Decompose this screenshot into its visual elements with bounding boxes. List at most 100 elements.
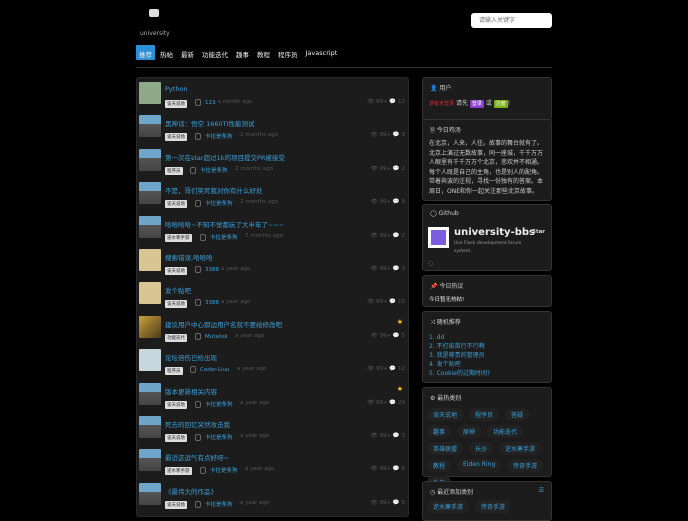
post-title[interactable]: 死去的回忆突然攻击我 — [165, 419, 230, 429]
category-chip[interactable]: 英雄联盟 — [427, 442, 464, 455]
category-tag[interactable]: 程序员 — [165, 166, 183, 175]
category-chip[interactable]: 逆水寒手游 — [427, 500, 470, 513]
avatar[interactable] — [139, 182, 161, 205]
eye-icon: 👁 — [370, 165, 380, 172]
category-chip[interactable]: 趣事 — [427, 425, 452, 438]
category-tag[interactable]: 功能迭代 — [165, 333, 187, 342]
post-title[interactable]: 版本更新相关内容 — [165, 386, 217, 396]
author-link[interactable]: Mutalisk — [195, 333, 228, 340]
category-chip[interactable]: 教程 — [427, 459, 452, 472]
nav-tab[interactable]: 最新 — [178, 45, 197, 60]
nav-tab[interactable]: 推荐 — [136, 45, 155, 60]
repo-name[interactable]: university-bbs — [454, 227, 535, 238]
avatar[interactable] — [139, 349, 161, 372]
post-row[interactable]: Python 谈天说地 123 a month ago 👁 99+ 💬 12 — [139, 82, 407, 112]
avatar[interactable] — [139, 249, 161, 271]
post-title[interactable]: 第一次在star超过1k的项目提交PR被接受 — [165, 152, 285, 162]
search-input[interactable] — [471, 13, 552, 28]
author-link[interactable]: 3388 — [195, 266, 219, 273]
post-row[interactable]: 黑神话：悟空 1660TI性能测试 谈天说地 卡拉是条狗 2 months ag… — [139, 115, 407, 145]
author-link[interactable]: 123 — [195, 99, 216, 106]
nav-tab[interactable]: Javascript — [303, 45, 341, 60]
post-title[interactable]: 最近这运气有点好呀~ — [165, 452, 229, 462]
author-link[interactable]: 卡拉是条狗 — [195, 433, 233, 441]
avatar[interactable] — [139, 382, 161, 405]
post-row[interactable]: 论坛倍伤已检出现 程序员 Coder-Liuu a year ago 👁 99+… — [139, 349, 407, 379]
category-tag[interactable]: 谈天说地 — [165, 200, 187, 209]
post-row[interactable]: 死去的回忆突然攻击我 谈天说地 卡拉是条狗 a year ago 👁 99+ 💬… — [139, 416, 407, 446]
author-link[interactable]: 卡拉是条狗 — [195, 500, 233, 508]
avatar[interactable] — [139, 282, 161, 305]
random-post-link[interactable]: 4. 发个贴吧 — [429, 360, 545, 369]
category-chip[interactable]: 答疑 — [505, 408, 530, 421]
register-button[interactable]: 注册 — [493, 100, 508, 108]
post-title[interactable]: 不是，哥们笑死我对你有什么好处 — [165, 185, 263, 195]
category-tag[interactable]: 谈天说地 — [165, 133, 187, 142]
logo[interactable]: university — [140, 9, 170, 39]
category-chip[interactable]: Elden Ring — [457, 459, 502, 472]
post-title[interactable]: 《最伟大的作品》 — [165, 486, 217, 496]
category-chip[interactable]: 原神 — [457, 425, 482, 438]
post-title[interactable]: 黑神话：悟空 1660TI性能测试 — [165, 118, 255, 128]
nav-tab[interactable]: 热帖 — [157, 45, 176, 60]
random-post-link[interactable]: 3. 我是尊贵的管理员 — [429, 351, 545, 360]
category-tag[interactable]: 谈天说地 — [165, 400, 187, 409]
nav-tab[interactable]: 功能迭代 — [199, 45, 231, 60]
post-row[interactable]: 不是，哥们笑死我对你有什么好处 谈天说地 卡拉是条狗 2 months ago … — [139, 182, 407, 212]
category-chip[interactable]: 长沙 — [469, 442, 494, 455]
author-link[interactable]: 卡拉是条狗 — [195, 400, 233, 408]
avatar[interactable] — [139, 315, 161, 338]
author-link[interactable]: 3388 — [195, 299, 219, 306]
author-link[interactable]: 卡拉是条狗 — [200, 466, 238, 474]
author-link[interactable]: 卡拉是条狗 — [190, 166, 228, 174]
nav-tab[interactable]: 程序员 — [275, 45, 301, 60]
category-tag[interactable]: 逆水寒手游 — [165, 467, 192, 476]
post-row[interactable]: 建议用户中心那边用户名就不要给修改吧 功能迭代 Mutalisk a year … — [139, 315, 407, 346]
author-link[interactable]: 卡拉是条狗 — [195, 132, 233, 140]
post-title[interactable]: Python — [165, 85, 188, 93]
category-chip[interactable]: 传奇手游 — [475, 500, 512, 513]
post-row[interactable]: 发个贴吧 谈天说地 3388 a year ago 👁 99+ 💬 10 — [139, 282, 407, 312]
avatar[interactable] — [139, 449, 161, 472]
post-row[interactable]: 《最伟大的作品》 谈天说地 卡拉是条狗 a year ago 👁 99+ 💬 5 — [139, 482, 407, 513]
login-button[interactable]: 登录 — [469, 100, 484, 108]
author-link[interactable]: 卡拉是条狗 — [195, 199, 233, 207]
avatar[interactable] — [139, 115, 161, 138]
star-button[interactable]: Star — [532, 229, 545, 235]
avatar[interactable] — [139, 215, 161, 238]
avatar[interactable] — [139, 82, 161, 104]
category-chip[interactable]: 功能迭代 — [487, 425, 524, 438]
post-row[interactable]: 最近这运气有点好呀~ 逆水寒手游 卡拉是条狗 a year ago 👁 99+ … — [139, 449, 407, 479]
nav-tab[interactable]: 趣事 — [233, 45, 252, 60]
post-title[interactable]: 发个贴吧 — [165, 285, 191, 295]
avatar[interactable] — [139, 416, 161, 438]
post-title[interactable]: 建议用户中心那边用户名就不要给修改吧 — [165, 319, 282, 329]
post-row[interactable]: 搜索错误,哈哈哈 谈天说地 3388 a year ago 👁 99+ 💬 3 — [139, 249, 407, 279]
post-title[interactable]: 论坛倍伤已检出现 — [165, 352, 217, 362]
post-row[interactable]: 第一次在star超过1k的项目提交PR被接受 程序员 卡拉是条狗 2 month… — [139, 148, 407, 179]
nav-tab[interactable]: 教程 — [254, 45, 273, 60]
author-link[interactable]: Coder-Liuu — [190, 366, 230, 373]
post-title[interactable]: 哈哈哈哈~不知不觉都玩了大半年了~~~ — [165, 219, 284, 229]
avatar[interactable] — [139, 148, 161, 171]
category-chip[interactable]: 程序员 — [469, 408, 500, 421]
post-title[interactable]: 搜索错误,哈哈哈 — [165, 252, 213, 262]
category-chip[interactable]: 谈天说地 — [427, 408, 464, 421]
menu-icon[interactable]: ☰ — [539, 487, 544, 494]
category-chip[interactable]: 传奇手游 — [507, 459, 544, 472]
category-tag[interactable]: 程序员 — [165, 367, 183, 376]
category-tag[interactable]: 谈天说地 — [165, 100, 187, 108]
category-tag[interactable]: 谈天说地 — [165, 300, 187, 309]
category-tag[interactable]: 谈天说地 — [165, 434, 187, 442]
random-post-link[interactable]: 1. dd — [429, 333, 545, 342]
post-row[interactable]: 哈哈哈哈~不知不觉都玩了大半年了~~~ 逆水寒手游 卡拉是条狗 7 months… — [139, 215, 407, 246]
category-tag[interactable]: 谈天说地 — [165, 267, 187, 275]
avatar[interactable] — [139, 482, 161, 505]
random-post-link[interactable]: 5. Cookie的过期时间? — [429, 369, 545, 378]
category-tag[interactable]: 谈天说地 — [165, 500, 187, 509]
post-row[interactable]: 版本更新相关内容 谈天说地 卡拉是条狗 a year ago 👁 99+ 💬 2… — [139, 382, 407, 413]
author-link[interactable]: 卡拉是条狗 — [200, 233, 238, 241]
random-post-link[interactable]: 2. 不打疫苗行不行啊 — [429, 342, 545, 351]
category-chip[interactable]: 逆水寒手游 — [499, 442, 542, 455]
category-tag[interactable]: 逆水寒手游 — [165, 233, 192, 242]
